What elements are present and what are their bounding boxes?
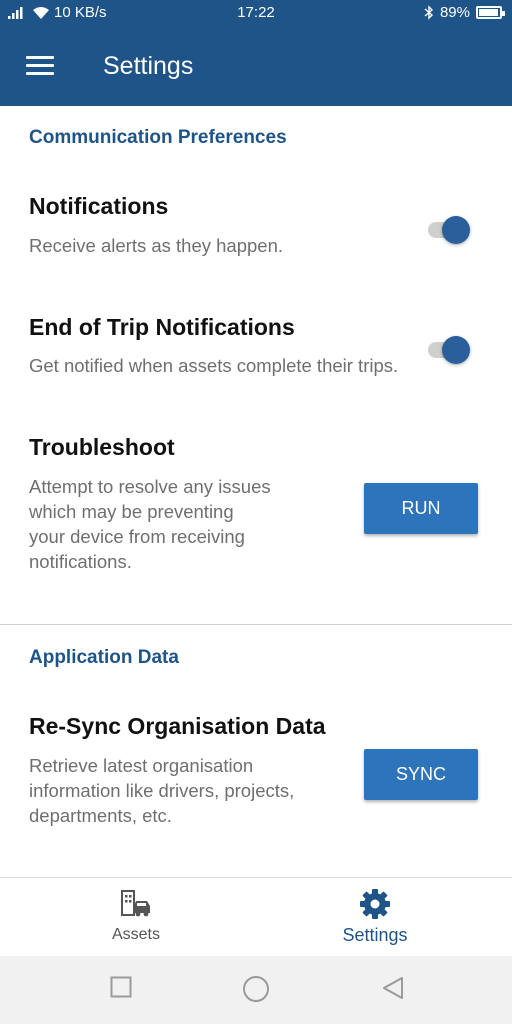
section-title-application-data: Application Data xyxy=(29,647,179,668)
notifications-title: Notifications xyxy=(29,193,169,219)
toggle-thumb xyxy=(442,216,470,244)
battery-percent: 89% xyxy=(439,4,470,21)
description-line: your device from receiving xyxy=(29,526,245,547)
back-icon[interactable] xyxy=(381,976,405,1000)
end-of-trip-description: Get notified when assets complete their … xyxy=(29,355,399,376)
recent-apps-icon[interactable] xyxy=(110,976,132,998)
run-button[interactable]: RUN xyxy=(364,483,478,534)
nav-label-settings: Settings xyxy=(342,925,408,945)
gear-icon xyxy=(360,889,390,919)
notifications-description: Receive alerts as they happen. xyxy=(29,235,284,256)
end-of-trip-toggle[interactable] xyxy=(426,333,472,367)
section-title-communication: Communication Preferences xyxy=(29,127,287,148)
bottom-navigation: Assets Settings xyxy=(0,877,512,956)
nav-label-assets: Assets xyxy=(111,926,160,943)
home-icon[interactable] xyxy=(242,975,270,1003)
battery-icon xyxy=(476,6,505,19)
status-right: 89% xyxy=(424,4,505,21)
status-bar: 10 KB/s 17:22 89% xyxy=(0,0,512,28)
sync-button[interactable]: SYNC xyxy=(364,749,478,800)
description-line: departments, etc. xyxy=(29,805,172,826)
building-car-icon xyxy=(121,890,150,917)
page-title: Settings xyxy=(103,52,194,80)
troubleshoot-description: Attempt to resolve any issues which may … xyxy=(29,474,271,574)
description-line: which may be preventing xyxy=(29,501,234,522)
description-line: Attempt to resolve any issues xyxy=(29,476,271,497)
description-line: information like drivers, projects, xyxy=(29,780,295,801)
resync-description: Retrieve latest organisation information… xyxy=(29,753,294,828)
description-line: notifications. xyxy=(29,551,132,572)
troubleshoot-title: Troubleshoot xyxy=(29,434,175,460)
notifications-toggle[interactable] xyxy=(426,213,472,247)
section-divider xyxy=(0,624,512,625)
bluetooth-icon xyxy=(424,5,433,20)
resync-title: Re-Sync Organisation Data xyxy=(29,713,326,739)
description-line: Retrieve latest organisation xyxy=(29,755,254,776)
nav-item-settings[interactable]: Settings xyxy=(247,878,503,957)
end-of-trip-title: End of Trip Notifications xyxy=(29,314,295,340)
app-bar: 10 KB/s 17:22 89% Settings xyxy=(0,0,512,106)
hamburger-menu-icon[interactable] xyxy=(26,56,54,76)
system-navigation-bar xyxy=(0,956,512,1024)
toggle-thumb xyxy=(442,336,470,364)
nav-item-assets[interactable]: Assets xyxy=(8,878,264,957)
